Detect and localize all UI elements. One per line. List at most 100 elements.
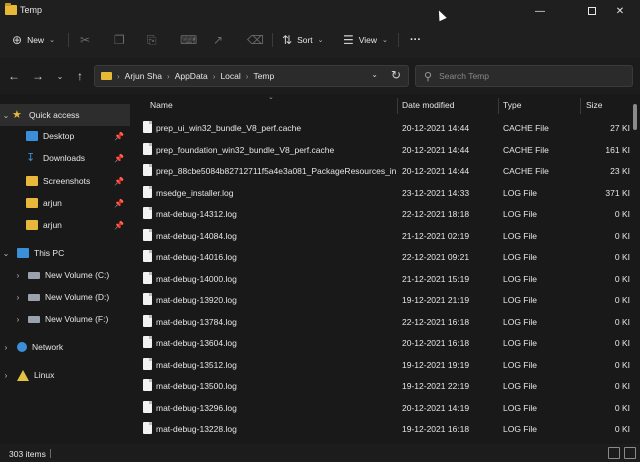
nav-network[interactable]: › Network <box>0 336 130 358</box>
table-row[interactable]: mat-debug-13500.log 19-12-2021 22:19 LOG F… <box>131 375 631 397</box>
column-divider[interactable] <box>498 98 499 114</box>
column-divider[interactable] <box>580 98 581 114</box>
search-input[interactable] <box>439 71 620 81</box>
chevron-right-icon: › <box>16 314 20 324</box>
file-icon <box>143 185 152 198</box>
nav-item-downloads[interactable]: ↧ Downloads 📌 <box>0 147 130 169</box>
new-button[interactable]: ⊕ New ⌄ <box>12 31 55 49</box>
nav-item-arjun[interactable]: arjun 📌 <box>0 192 130 214</box>
column-header-row: ⌄ Name Date modified Type Size <box>131 94 640 116</box>
network-icon <box>17 342 27 352</box>
cut-button[interactable]: ✂ <box>80 31 90 49</box>
nav-item-desktop[interactable]: Desktop 📌 <box>0 125 130 147</box>
breadcrumb-item[interactable]: Local <box>220 71 240 81</box>
nav-drive-c[interactable]: › New Volume (C:) <box>0 264 130 286</box>
forward-button[interactable]: → <box>30 68 46 84</box>
file-size: 23 KI <box>610 166 630 176</box>
table-row[interactable]: mat-debug-13920.log 19-12-2021 21:19 LOG F… <box>131 289 631 311</box>
table-row[interactable]: msedge_installer.log 23-12-2021 14:33 LOG … <box>131 182 631 204</box>
nav-quick-access[interactable]: ⌄ ★ Quick access <box>0 104 130 126</box>
pin-icon: 📌 <box>114 153 124 163</box>
nav-item-arjun[interactable]: arjun 📌 <box>0 214 130 236</box>
refresh-icon[interactable]: ↻ <box>391 68 401 82</box>
back-button[interactable]: ← <box>6 68 22 84</box>
breadcrumb-item[interactable]: Temp <box>253 71 274 81</box>
nav-item-screenshots[interactable]: Screenshots 📌 <box>0 170 130 192</box>
table-row[interactable]: mat-debug-13228.log 19-12-2021 16:18 LOG F… <box>131 418 631 440</box>
minimize-button[interactable]: — <box>520 0 560 22</box>
table-row[interactable]: mat-debug-13296.log 20-12-2021 14:19 LOG F… <box>131 397 631 419</box>
vertical-scrollbar-thumb[interactable] <box>633 104 637 130</box>
table-row[interactable]: prep_foundation_win32_bundle_V8_perf.cac… <box>131 139 631 161</box>
file-icon <box>143 142 152 155</box>
breadcrumb-item[interactable]: AppData <box>175 71 208 81</box>
search-icon: ⚲ <box>424 70 433 83</box>
file-type: LOG File <box>503 338 538 348</box>
file-name: mat-debug-13784.log <box>156 316 237 327</box>
divider <box>68 33 69 47</box>
search-box[interactable]: ⚲ <box>415 65 633 87</box>
table-row[interactable]: prep_ui_win32_bundle_V8_perf.cache 20-12-… <box>131 117 631 139</box>
sort-button[interactable]: ⇅ Sort ⌄ <box>282 31 324 49</box>
table-row[interactable]: mat-debug-14084.log 21-12-2021 02:19 LOG F… <box>131 225 631 247</box>
rename-button[interactable]: ⌨ <box>180 31 197 49</box>
address-bar[interactable]: › Arjun Sha › AppData › Local › Temp ⌄ ↻ <box>94 65 409 87</box>
details-view-icon[interactable] <box>608 447 620 459</box>
nav-drive-f[interactable]: › New Volume (F:) <box>0 308 130 330</box>
delete-button[interactable]: ⌫ <box>247 31 264 49</box>
sort-label: Sort <box>297 35 313 45</box>
file-size: 0 KI <box>614 338 630 348</box>
linux-icon <box>17 369 29 381</box>
file-name: mat-debug-13920.log <box>156 295 237 305</box>
table-row[interactable]: prep_88cbe5084b82712711f5a4e3a081_Packag… <box>131 160 631 182</box>
item-count: 303 items <box>9 449 46 459</box>
column-header-name[interactable]: Name <box>150 100 173 110</box>
file-type: CACHE File <box>503 123 549 133</box>
up-button[interactable]: ↑ <box>72 68 88 84</box>
table-row[interactable]: mat-debug-13604.log 20-12-2021 16:18 LOG F… <box>131 332 631 354</box>
table-row[interactable]: mat-debug-14312.log 22-12-2021 18:18 LOG F… <box>131 203 631 225</box>
drive-icon <box>28 293 40 301</box>
file-type: LOG File <box>503 295 538 305</box>
view-button[interactable]: ☰ View ⌄ <box>343 31 388 49</box>
drive-icon <box>28 271 40 279</box>
table-row[interactable]: mat-debug-14016.log 22-12-2021 09:21 LOG F… <box>131 246 631 268</box>
column-header-size[interactable]: Size <box>586 100 603 110</box>
file-icon <box>143 271 152 284</box>
file-name: prep_ui_win32_bundle_V8_perf.cache <box>156 123 302 133</box>
file-name: mat-debug-14016.log <box>156 252 237 262</box>
nav-label: New Volume (C:) <box>45 270 110 280</box>
nav-this-pc[interactable]: ⌄ This PC <box>0 242 130 264</box>
tiles-view-icon[interactable] <box>624 447 636 459</box>
title-bar: Temp — ✕ <box>0 0 640 22</box>
table-row[interactable]: mat-debug-14000.log 21-12-2021 15:19 LOG F… <box>131 268 631 290</box>
nav-drive-d[interactable]: › New Volume (D:) <box>0 286 130 308</box>
file-icon <box>143 293 152 305</box>
nav-label: New Volume (D:) <box>45 292 110 302</box>
table-row[interactable]: mat-debug-13512.log 19-12-2021 19:19 LOG F… <box>131 354 631 376</box>
close-button[interactable]: ✕ <box>600 0 640 22</box>
recent-locations-button[interactable]: ⌄ <box>52 68 68 84</box>
file-size: 0 KI <box>614 381 630 391</box>
file-date: 20-12-2021 14:19 <box>402 402 470 413</box>
status-bar: 303 items <box>0 444 640 462</box>
address-dropdown-button[interactable]: ⌄ <box>371 70 378 79</box>
file-name: msedge_installer.log <box>156 187 234 198</box>
paste-button[interactable]: ⎘ <box>147 31 157 49</box>
file-type: LOG File <box>503 402 538 413</box>
column-header-type[interactable]: Type <box>503 100 521 110</box>
share-button[interactable]: ↗ <box>213 31 223 49</box>
copy-button[interactable]: ❐ <box>114 31 125 49</box>
file-icon <box>143 314 152 327</box>
column-header-date[interactable]: Date modified <box>402 100 454 110</box>
divider <box>272 33 273 47</box>
folder-icon <box>26 176 38 186</box>
breadcrumb-item[interactable]: Arjun Sha <box>125 71 162 81</box>
file-date: 22-12-2021 09:21 <box>402 252 470 262</box>
table-row[interactable]: mat-debug-13784.log 22-12-2021 16:18 LOG F… <box>131 311 631 333</box>
column-divider[interactable] <box>397 98 398 114</box>
more-options-button[interactable]: ··· <box>410 31 421 49</box>
computer-icon <box>17 248 29 258</box>
nav-linux[interactable]: › Linux <box>0 364 130 386</box>
desktop-icon <box>26 131 38 141</box>
